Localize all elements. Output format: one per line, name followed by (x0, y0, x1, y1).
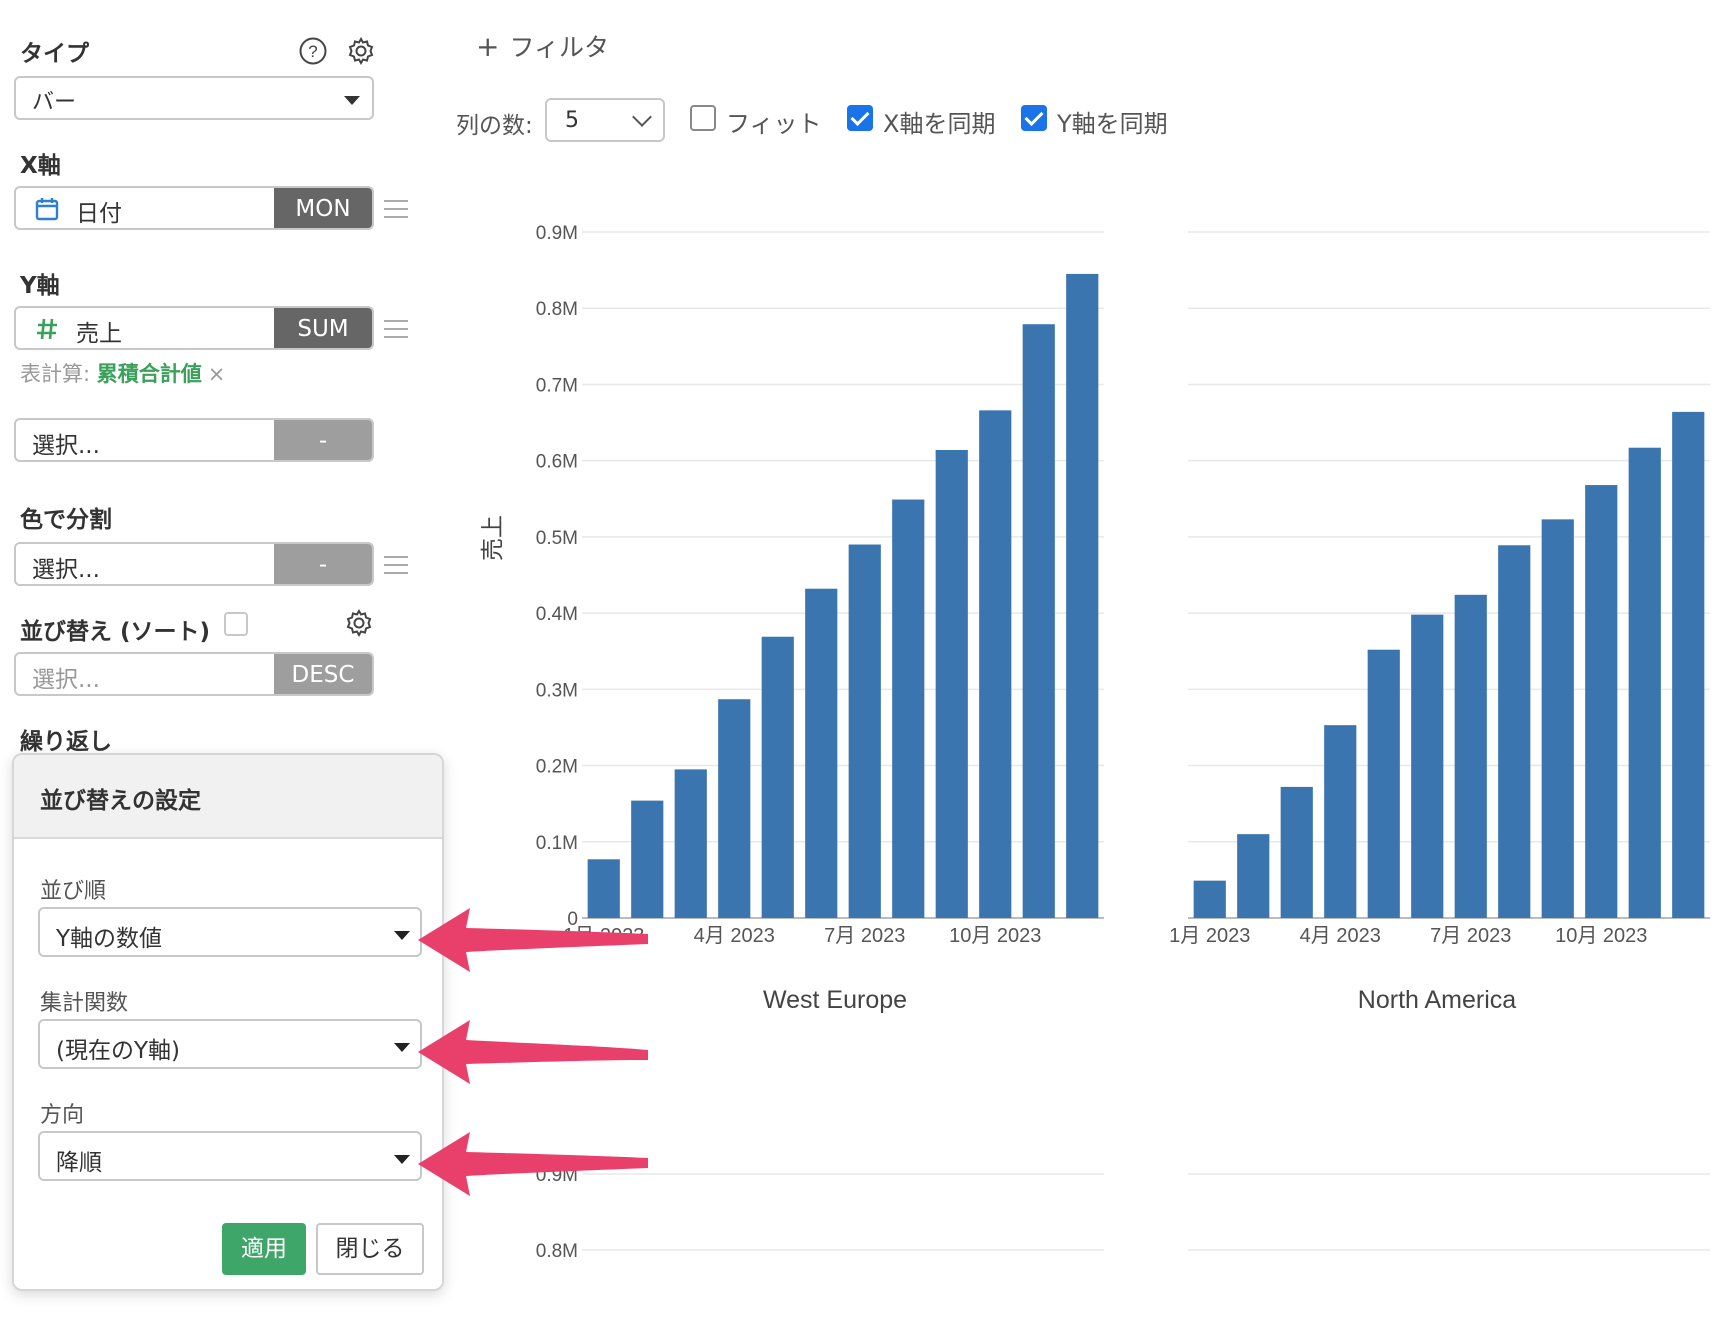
annotation-arrow-icon (418, 908, 648, 1196)
annotation-arrows (418, 908, 648, 1196)
